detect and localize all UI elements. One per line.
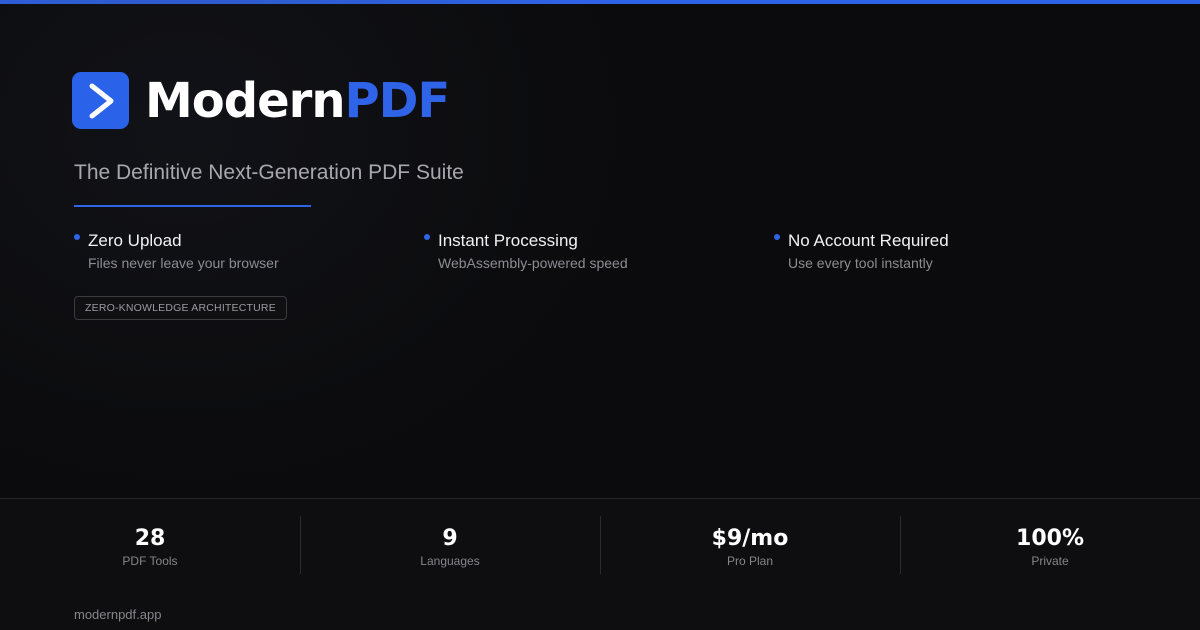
feature-title: No Account Required [788, 231, 949, 250]
stat-private: 100% Private [900, 516, 1200, 574]
social-card: ModernPDF The Definitive Next-Generation… [0, 0, 1200, 630]
stat-value: $9/mo [711, 526, 789, 551]
bullet-dot [424, 234, 430, 240]
stat-value: 100% [1016, 526, 1084, 551]
stat-value: 28 [134, 526, 166, 551]
bullet-dot [74, 234, 80, 240]
feature-description: Files never leave your browser [88, 255, 279, 271]
logo-mark [72, 72, 129, 129]
feature-description: WebAssembly-powered speed [438, 255, 628, 271]
brand-name-accent: PDF [344, 72, 451, 129]
feature-title: Instant Processing [438, 231, 578, 250]
brand-name: ModernPDF [145, 77, 450, 125]
stat-label: Private [1031, 554, 1069, 568]
play-chevron-icon [89, 83, 113, 118]
stats-bar: 28 PDF Tools 9 Languages $9/mo Pro Plan … [0, 498, 1200, 630]
tagline: The Definitive Next-Generation PDF Suite [74, 161, 464, 184]
feature-description: Use every tool instantly [788, 255, 933, 271]
brand-logo: ModernPDF [72, 72, 450, 129]
site-domain: modernpdf.app [74, 607, 162, 622]
stat-label: Pro Plan [726, 554, 774, 568]
stat-pdf-tools: 28 PDF Tools [0, 516, 300, 574]
stat-value: 9 [442, 526, 458, 551]
stat-label: Languages [420, 554, 480, 568]
brand-name-primary: Modern [145, 72, 345, 129]
feature-title: Zero Upload [88, 231, 182, 250]
bullet-dot [774, 234, 780, 240]
stat-languages: 9 Languages [300, 516, 600, 574]
stat-label: PDF Tools [122, 554, 178, 568]
architecture-badge: ZERO-KNOWLEDGE ARCHITECTURE [74, 296, 287, 320]
stat-pro-plan: $9/mo Pro Plan [600, 516, 900, 574]
tagline-underline [74, 205, 311, 207]
